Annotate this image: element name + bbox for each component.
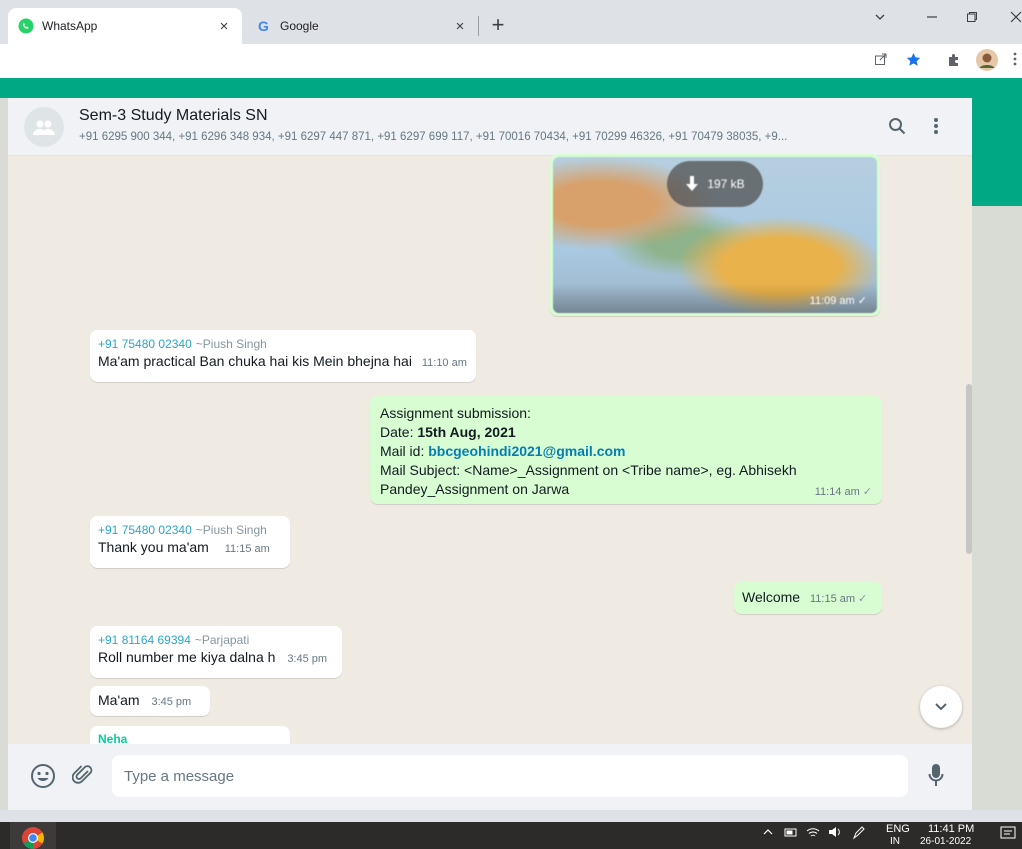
volume-icon[interactable] xyxy=(828,826,842,841)
message-time: 11:15 am xyxy=(224,543,270,555)
check-icon: ✓ xyxy=(857,295,867,307)
chrome-taskbar-button[interactable] xyxy=(10,822,56,849)
blurred-map-image[interactable]: 197 kB 11:09 am ✓ xyxy=(553,157,877,313)
incoming-message[interactable]: +91 75480 02340 ~Piush Singh Ma'am practi… xyxy=(90,330,476,382)
message-text: Welcome xyxy=(742,589,801,605)
minimize-icon[interactable] xyxy=(926,10,938,27)
battery-icon[interactable] xyxy=(784,826,798,841)
sidebar-edge xyxy=(0,98,8,810)
incoming-message[interactable]: +91 81164 69394 ~Parjapati Roll number me… xyxy=(90,626,342,678)
sender-label[interactable]: +91 81164 69394 ~Parjapati xyxy=(98,632,334,648)
emoji-icon[interactable] xyxy=(30,763,56,794)
bookmark-star-icon[interactable] xyxy=(906,52,921,71)
browser-menu-icon[interactable] xyxy=(1013,52,1017,70)
browser-tab-strip: WhatsApp × G Google × + xyxy=(0,0,1022,44)
chat-header[interactable]: Sem-3 Study Materials SN +91 6295 900 34… xyxy=(8,98,972,156)
date-bold: 15th Aug, 2021 xyxy=(417,424,516,440)
whatsapp-web-viewport: Sem-3 Study Materials SN +91 6295 900 34… xyxy=(0,78,1022,810)
tab-divider xyxy=(478,16,479,36)
google-icon: G xyxy=(256,18,272,34)
notifications-icon[interactable] xyxy=(1000,826,1016,845)
browser-toolbar xyxy=(0,44,1022,78)
tab-google[interactable]: G Google × xyxy=(246,8,478,44)
tray-chevron-icon[interactable] xyxy=(762,826,774,841)
tab-search-chevron-icon[interactable] xyxy=(874,10,886,27)
message-text: Roll number me kiya dalna h xyxy=(98,649,276,665)
profile-avatar[interactable] xyxy=(976,49,998,75)
tab-title: Google xyxy=(280,19,319,33)
scrollbar-thumb[interactable] xyxy=(966,384,972,554)
chevron-down-icon xyxy=(935,703,947,711)
pen-icon[interactable] xyxy=(852,826,866,843)
close-window-icon[interactable] xyxy=(1010,10,1022,27)
restore-icon[interactable] xyxy=(966,10,978,27)
group-icon xyxy=(33,120,55,135)
download-arrow-icon xyxy=(686,176,699,191)
message-time: 11:15 am ✓ xyxy=(809,593,868,605)
language-indicator[interactable]: ENG xyxy=(886,823,910,835)
chat-menu-icon[interactable] xyxy=(934,117,938,140)
outgoing-message[interactable]: Assignment submission: Date: 15th Aug, 2… xyxy=(370,396,882,504)
new-tab-button[interactable]: + xyxy=(484,12,512,40)
check-icon: ✓ xyxy=(858,593,868,605)
clock-time[interactable]: 11:41 PM xyxy=(928,823,974,835)
message-text: Assignment submission: xyxy=(380,405,531,421)
message-time: 3:45 pm xyxy=(287,653,328,665)
message-text: Thank you ma'am xyxy=(98,539,209,555)
chrome-icon xyxy=(22,827,44,849)
tab-close-icon[interactable]: × xyxy=(450,18,470,35)
outgoing-message[interactable]: Welcome 11:15 am ✓ xyxy=(734,582,882,614)
message-time: 3:45 pm xyxy=(151,696,192,708)
clock-date[interactable]: 26-01-2022 xyxy=(920,836,971,847)
download-button[interactable]: 197 kB xyxy=(667,161,763,207)
share-icon[interactable] xyxy=(874,52,888,70)
svg-text:G: G xyxy=(258,18,269,34)
group-avatar[interactable] xyxy=(24,107,64,147)
tab-whatsapp[interactable]: WhatsApp × xyxy=(8,8,242,44)
wifi-icon[interactable] xyxy=(806,826,820,841)
message-time: 11:09 am ✓ xyxy=(809,295,867,307)
message-text: Mail Subject: <Name>_Assignment on <Trib… xyxy=(380,462,797,497)
check-icon: ✓ xyxy=(862,486,872,498)
tab-title: WhatsApp xyxy=(42,19,98,33)
image-size: 197 kB xyxy=(707,177,745,191)
search-icon[interactable] xyxy=(888,117,906,140)
whatsapp-icon xyxy=(18,18,34,34)
conversation-panel: Sem-3 Study Materials SN +91 6295 900 34… xyxy=(8,98,972,810)
message-input[interactable] xyxy=(112,755,908,797)
sender-label[interactable]: +91 75480 02340 ~Piush Singh xyxy=(98,522,282,538)
message-text: Ma'am practical Ban chuka hai kis Mein b… xyxy=(98,353,412,369)
participants-list: +91 6295 900 344, +91 6296 348 934, +91 … xyxy=(79,131,788,143)
message-time: 11:10 am xyxy=(421,357,467,369)
extensions-puzzle-icon[interactable] xyxy=(946,52,961,71)
scroll-to-bottom-button[interactable] xyxy=(920,686,962,728)
image-message[interactable]: 197 kB 11:09 am ✓ xyxy=(550,154,880,316)
incoming-message[interactable]: +91 75480 02340 ~Piush Singh Thank you ma… xyxy=(90,516,290,568)
windows-taskbar: ENG IN 11:41 PM 26-01-2022 xyxy=(0,822,1022,849)
attach-icon[interactable] xyxy=(71,763,94,792)
chat-title[interactable]: Sem-3 Study Materials SN xyxy=(79,107,268,125)
message-time: 11:14 am ✓ xyxy=(814,486,872,498)
compose-bar xyxy=(8,744,972,810)
microphone-icon[interactable] xyxy=(928,763,944,792)
email-link[interactable]: bbcgeohindi2021@gmail.com xyxy=(428,443,625,459)
message-text: Ma'am xyxy=(98,692,140,708)
sender-label[interactable]: +91 75480 02340 ~Piush Singh xyxy=(98,336,468,352)
tab-close-icon[interactable]: × xyxy=(214,18,234,35)
incoming-message[interactable]: Ma'am 3:45 pm xyxy=(90,686,210,716)
region-indicator[interactable]: IN xyxy=(890,836,900,847)
